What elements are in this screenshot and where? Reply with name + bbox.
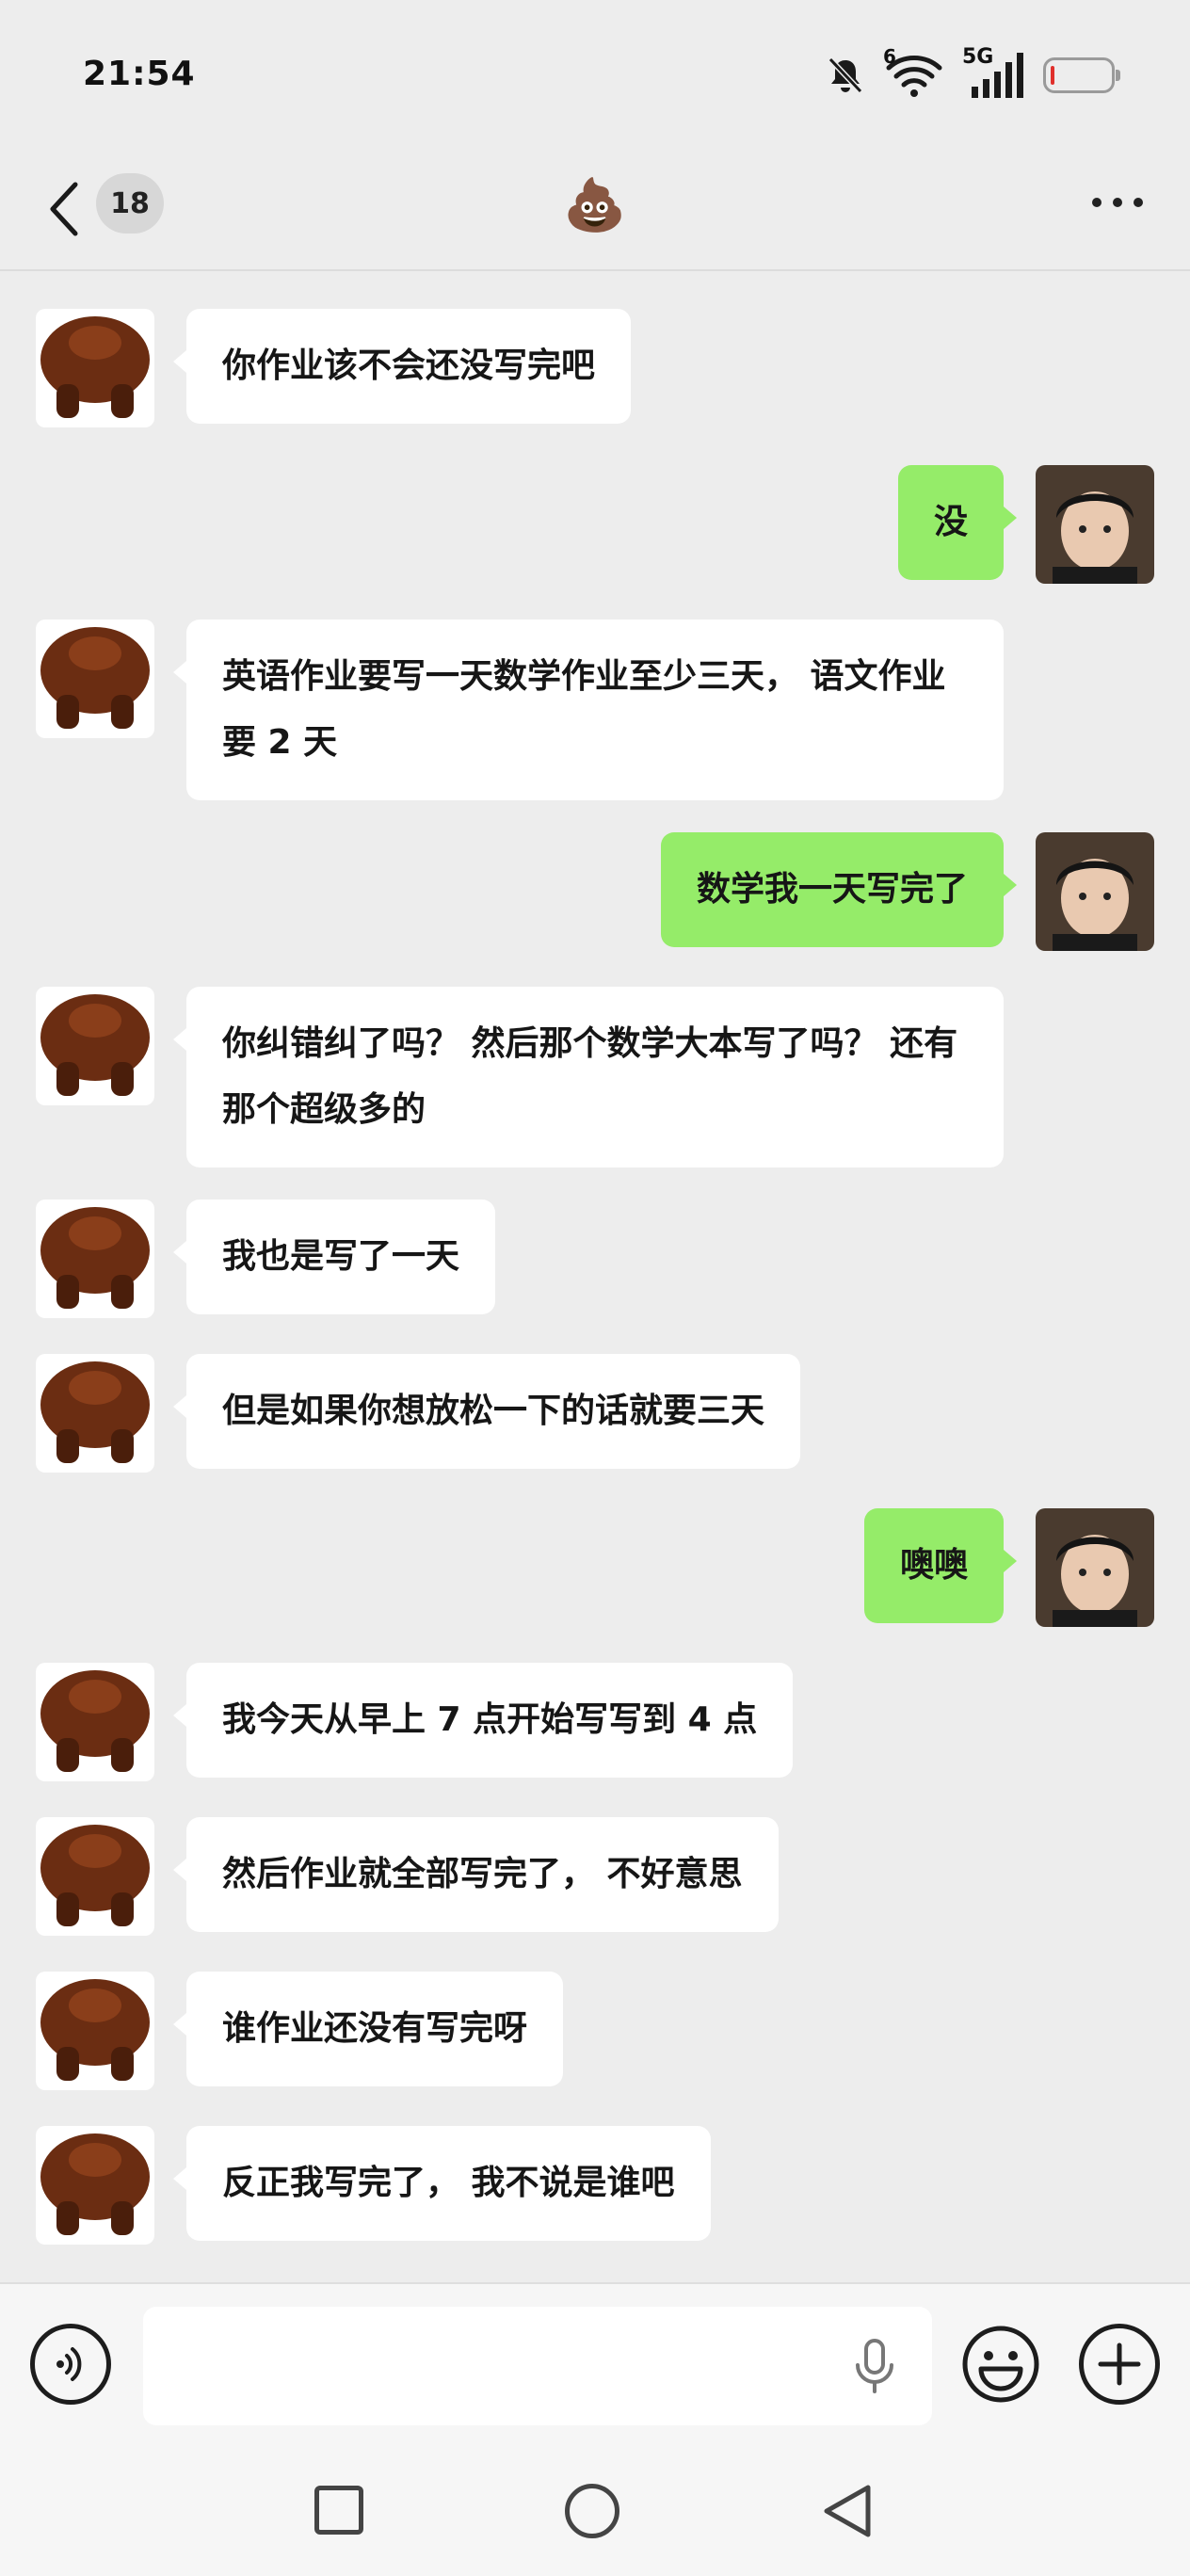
message-bubble[interactable]: 你作业该不会还没写完吧: [172, 309, 632, 424]
contact-avatar[interactable]: [36, 1354, 154, 1473]
contact-avatar[interactable]: [36, 1199, 154, 1318]
system-nav-bar: [0, 2448, 1190, 2576]
chat-header: 18 💩: [0, 151, 1190, 271]
message-bubble[interactable]: 但是如果你想放松一下的话就要三天: [172, 1354, 801, 1469]
message-bubble[interactable]: 英语作业要写一天数学作业至少三天， 语文作业要 2 天: [173, 620, 1004, 800]
recent-apps-icon[interactable]: [314, 2486, 363, 2535]
mic-icon[interactable]: [852, 2339, 897, 2395]
contact-avatar[interactable]: [36, 1972, 154, 2090]
message-bubble[interactable]: 反正我写完了， 我不说是谁吧: [173, 2126, 711, 2241]
user-avatar[interactable]: [1036, 465, 1154, 584]
user-avatar[interactable]: [1036, 1508, 1154, 1627]
chat-title: 💩: [563, 175, 627, 234]
status-bar: 21:54 6 5G: [0, 0, 1190, 151]
message-bubble[interactable]: 我今天从早上 7 点开始写写到 4 点: [172, 1663, 794, 1778]
more-options-icon[interactable]: [1092, 198, 1143, 207]
network-label: 5G: [962, 45, 994, 69]
message-bubble[interactable]: 你纠错纠了吗？ 然后那个数学大本写了吗？ 还有那个超级多的: [173, 987, 1004, 1167]
plus-icon[interactable]: [1079, 2324, 1160, 2405]
user-avatar[interactable]: [1036, 832, 1154, 951]
message-bubble[interactable]: 没: [897, 465, 1018, 580]
contact-avatar[interactable]: [36, 620, 154, 738]
message-bubble[interactable]: 谁作业还没有写完呀: [172, 1972, 564, 2086]
contact-avatar[interactable]: [36, 1663, 154, 1781]
message-bubble[interactable]: 数学我一天写完了: [660, 832, 1018, 947]
message-input[interactable]: [143, 2307, 932, 2425]
wifi-label: 6: [883, 45, 896, 68]
message-bubble[interactable]: 然后作业就全部写完了， 不好意思: [173, 1817, 779, 1932]
contact-avatar[interactable]: [36, 2126, 154, 2245]
nav-back-icon[interactable]: [819, 2482, 876, 2540]
voice-icon[interactable]: [30, 2324, 111, 2405]
status-time: 21:54: [83, 55, 196, 93]
status-icons: 6 5G: [825, 45, 1120, 104]
message-bubble[interactable]: 我也是写了一天: [172, 1199, 496, 1314]
message-bubble[interactable]: 噢噢: [863, 1508, 1018, 1623]
contact-avatar[interactable]: [36, 1817, 154, 1936]
battery-low-icon: [1043, 57, 1120, 93]
message-list: 你作业该不会还没写完吧 没 英语作业要写一天数学作业至少三天， 语文作业要 2 …: [0, 271, 1190, 2282]
emoji-icon[interactable]: [960, 2324, 1041, 2405]
signal-5g-icon: 5G: [962, 45, 1026, 102]
contact-avatar[interactable]: [36, 309, 154, 427]
input-bar: [0, 2282, 1190, 2448]
home-icon[interactable]: [565, 2484, 619, 2538]
contact-avatar[interactable]: [36, 987, 154, 1105]
battery-level: [1051, 66, 1054, 85]
wifi-icon: 6: [883, 45, 945, 102]
bell-muted-icon: [828, 56, 863, 94]
